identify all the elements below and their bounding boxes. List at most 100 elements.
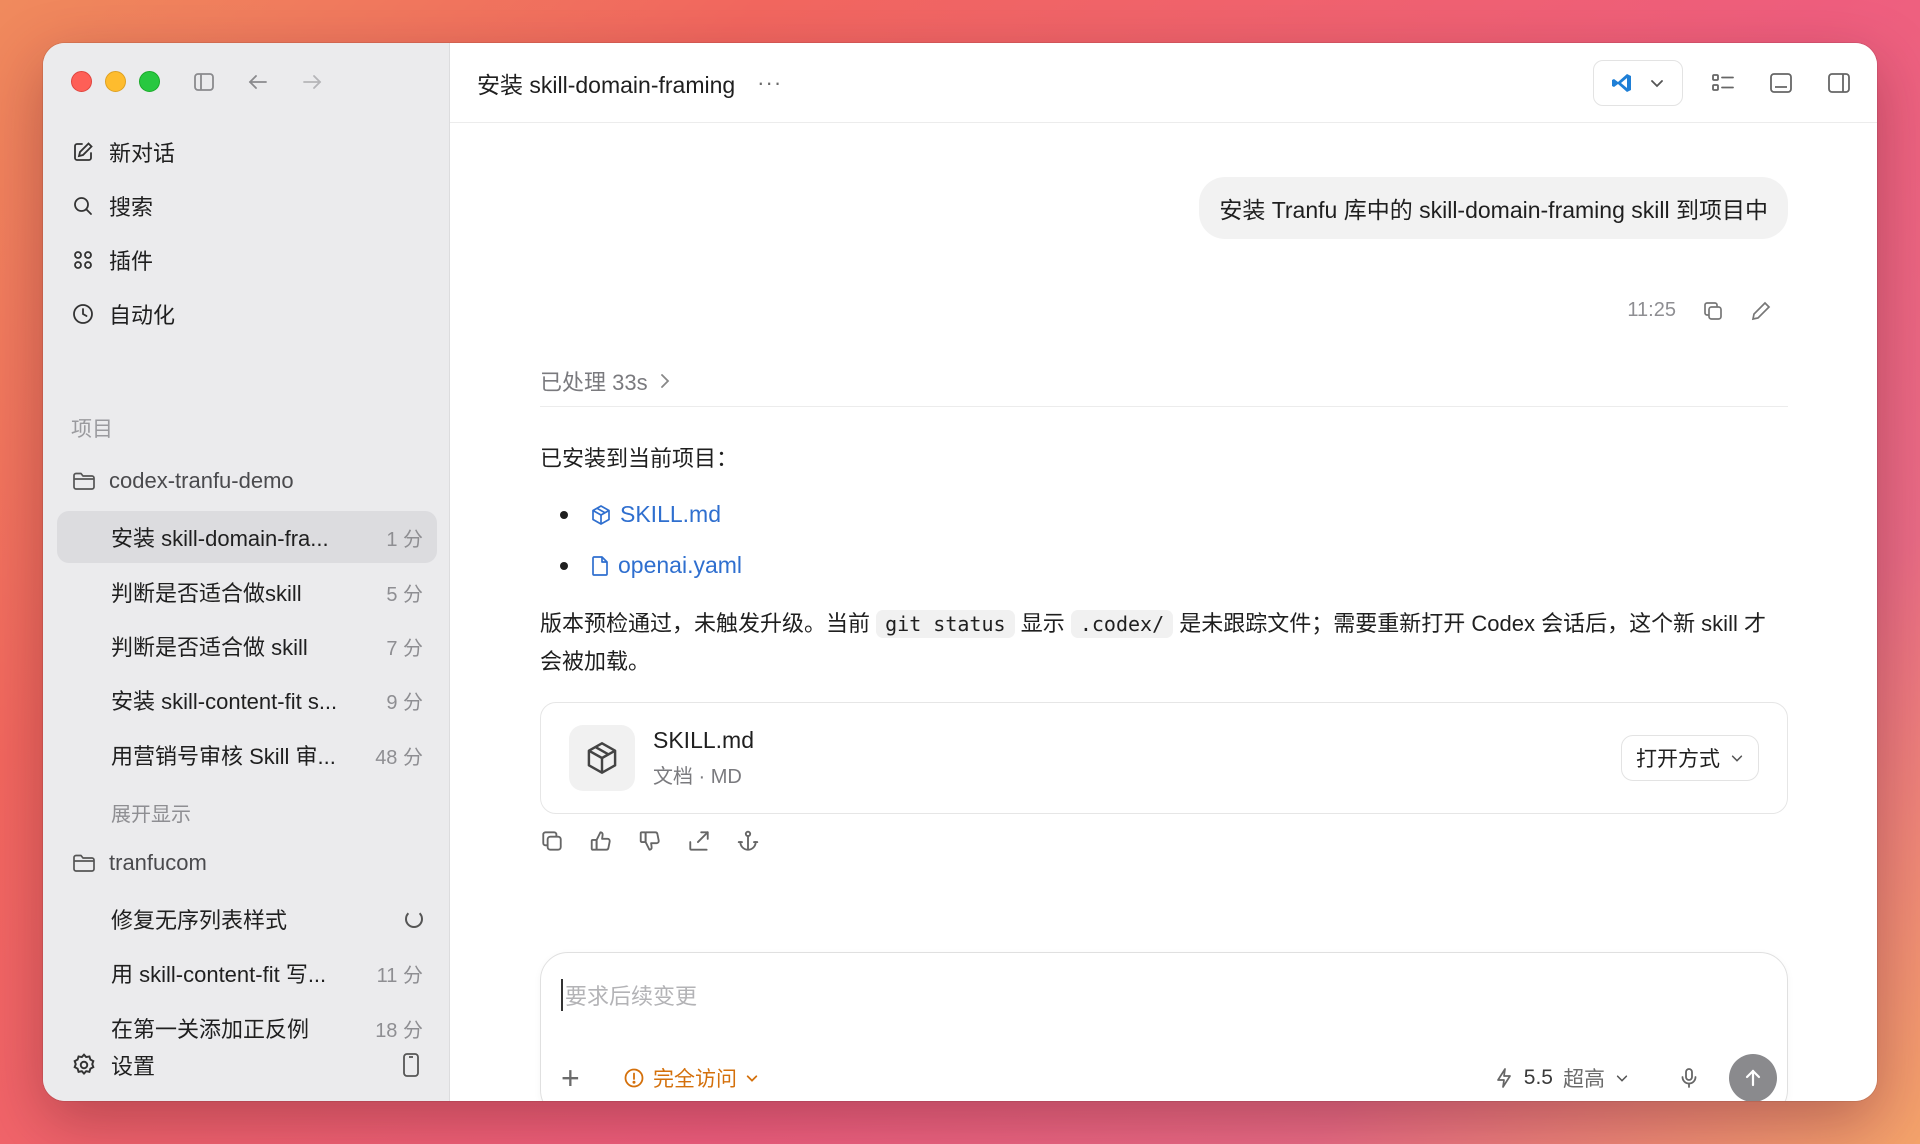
thumbs-up-icon[interactable] — [589, 829, 613, 853]
project-codex-tranfu-demo[interactable]: codex-tranfu-demo — [65, 461, 435, 501]
settings-label: 设置 — [111, 1054, 156, 1079]
edit-icon — [74, 142, 93, 161]
zoom-window-button[interactable] — [139, 71, 160, 92]
list-item: SKILL.md — [560, 489, 742, 540]
nav-plugins[interactable]: 插件 — [65, 233, 435, 287]
thread-time: 48 分 — [375, 746, 423, 769]
folder-icon — [73, 854, 95, 872]
device-icon[interactable] — [401, 1052, 421, 1078]
send-button[interactable] — [1729, 1054, 1777, 1101]
close-window-button[interactable] — [71, 71, 92, 92]
user-message-meta: 11:25 — [1627, 299, 1772, 322]
projects-section-label: 项目 — [71, 418, 113, 441]
thread-title: 修复无序列表样式 — [111, 908, 288, 933]
grid-icon — [74, 251, 92, 269]
app-window: 新对话 搜索 插件 自动化 项目 codex-tranfu-demo 安装 sk… — [43, 43, 1877, 1101]
nav-new-chat[interactable]: 新对话 — [65, 125, 435, 179]
thread-title: 安装 skill-content-fit s... — [111, 689, 338, 714]
thread-item[interactable]: 用营销号审核 Skill 审... 48 分 — [57, 729, 437, 781]
inline-code: git status — [876, 610, 1015, 638]
minimize-window-button[interactable] — [105, 71, 126, 92]
file-link-label: openai.yaml — [618, 552, 743, 578]
chevron-down-icon — [1651, 80, 1663, 88]
terminal-panel-icon[interactable] — [1763, 65, 1799, 101]
thread-item[interactable]: 安装 skill-content-fit s... 9 分 — [57, 674, 437, 726]
thread-title: 在第一关添加正反例 — [111, 1017, 310, 1042]
thread-time: 11 分 — [376, 964, 423, 987]
open-with-button[interactable]: 打开方式 — [1621, 735, 1759, 781]
main-panel: 安装 skill-domain-framing ··· 安装 Tranfu 库中… — [450, 43, 1877, 1101]
package-icon — [592, 504, 610, 525]
processed-label: 已处理 33s — [540, 370, 648, 395]
open-with-label: 打开方式 — [1636, 748, 1720, 771]
user-message-bubble: 安装 Tranfu 库中的 skill-domain-framing skill… — [1199, 177, 1788, 239]
access-mode-selector[interactable]: 完全访问 — [623, 1063, 759, 1093]
file-card-name: SKILL.md — [653, 727, 754, 753]
file-card[interactable]: SKILL.md 文档 · MD 打开方式 — [540, 702, 1788, 814]
copy-icon[interactable] — [1702, 300, 1724, 322]
feedback-actions — [540, 829, 760, 853]
warning-icon — [624, 1068, 644, 1088]
vscode-icon — [1612, 74, 1631, 92]
clock-icon — [73, 304, 93, 324]
settings-row[interactable]: 设置 — [71, 1049, 421, 1081]
thread-item[interactable]: 安装 skill-domain-fra... 1 分 — [57, 511, 437, 563]
thread-item[interactable]: 在第一关添加正反例 18 分 — [57, 1002, 437, 1054]
attach-plus-button[interactable]: + — [561, 1060, 601, 1097]
model-level: 超高 — [1563, 1068, 1605, 1091]
file-thumbnail — [569, 725, 635, 791]
list-item: openai.yaml — [560, 540, 742, 591]
arrow-up-icon — [1745, 1069, 1761, 1087]
nav-search[interactable]: 搜索 — [65, 179, 435, 233]
processed-toggle[interactable]: 已处理 33s — [540, 365, 672, 397]
edit-message-icon[interactable] — [1750, 300, 1772, 322]
checklist-icon[interactable] — [1705, 65, 1741, 101]
right-panel-icon[interactable] — [1821, 65, 1857, 101]
document-icon — [592, 555, 608, 576]
sidebar-toggle-icon[interactable] — [191, 69, 217, 95]
share-icon[interactable] — [687, 829, 711, 853]
chevron-right-icon — [660, 374, 669, 388]
thread-title: 判断是否适合做 skill — [111, 635, 308, 660]
assistant-paragraph: 版本预检通过，未触发升级。当前 git status 显示 .codex/ 是未… — [540, 605, 1780, 681]
nav-label: 新对话 — [109, 141, 176, 166]
thread-time: 5 分 — [386, 583, 423, 606]
bullet — [560, 561, 568, 570]
project-tranfucom[interactable]: tranfucom — [65, 843, 435, 883]
chevron-down-icon — [1731, 755, 1743, 762]
thread-title: 安装 skill-domain-fra... — [111, 526, 329, 551]
nav-label: 插件 — [109, 249, 154, 274]
thread-item[interactable]: 修复无序列表样式 — [57, 893, 437, 945]
gear-icon — [73, 1053, 95, 1076]
back-arrow-icon[interactable] — [245, 69, 271, 95]
file-link-skill[interactable]: SKILL.md — [590, 501, 721, 528]
lightning-icon — [1496, 1068, 1511, 1088]
project-name: codex-tranfu-demo — [109, 468, 294, 493]
nav-automation[interactable]: 自动化 — [65, 287, 435, 341]
thumbs-down-icon[interactable] — [638, 829, 662, 853]
more-options-button[interactable]: ··· — [757, 70, 782, 96]
sidebar-nav: 新对话 搜索 插件 自动化 — [65, 125, 435, 341]
file-card-type: 文档 · MD — [653, 766, 742, 788]
forward-arrow-icon[interactable] — [299, 69, 325, 95]
chevron-down-icon — [1616, 1075, 1628, 1082]
composer-input[interactable]: 要求后续变更 — [561, 979, 697, 1011]
show-more-link[interactable]: 展开显示 — [111, 798, 191, 827]
composer[interactable]: 要求后续变更 + 完全访问 5.5 超高 — [540, 952, 1788, 1101]
thread-item[interactable]: 用 skill-content-fit 写... 11 分 — [57, 947, 437, 999]
thread-item[interactable]: 判断是否适合做 skill 7 分 — [57, 620, 437, 672]
thread-time: 9 分 — [386, 691, 423, 714]
model-selector[interactable]: 5.5 超高 — [1494, 1063, 1629, 1093]
project-name: tranfucom — [109, 850, 207, 875]
text-segment: 显示 — [1020, 611, 1065, 636]
thread-time: 1 分 — [386, 528, 423, 551]
folder-icon — [73, 472, 95, 490]
open-in-editor-button[interactable] — [1593, 60, 1683, 106]
thread-item[interactable]: 判断是否适合做skill 5 分 — [57, 566, 437, 618]
nav-label: 搜索 — [109, 195, 154, 220]
copy-icon[interactable] — [540, 829, 564, 853]
microphone-icon[interactable] — [1677, 1066, 1701, 1090]
anchor-icon[interactable] — [736, 829, 760, 853]
file-link-openai-yaml[interactable]: openai.yaml — [590, 552, 742, 579]
message-timestamp: 11:25 — [1627, 299, 1676, 321]
